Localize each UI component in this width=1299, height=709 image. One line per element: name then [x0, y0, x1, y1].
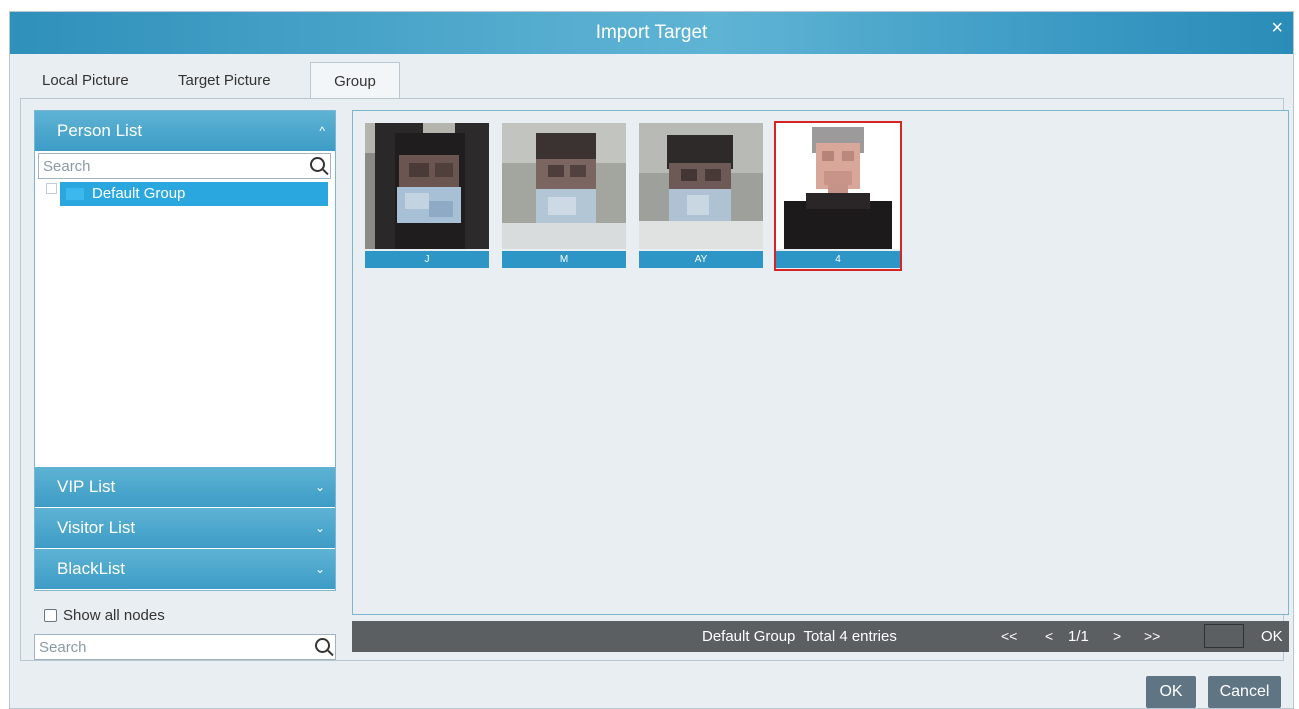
close-icon[interactable]: ×: [1271, 12, 1283, 44]
vip-list-label: VIP List: [57, 477, 116, 496]
person-photo: [639, 123, 763, 249]
chevron-down-icon: ⌄: [314, 521, 325, 535]
tree-node-default-group[interactable]: Default Group: [60, 182, 328, 206]
person-list-label: Person List: [57, 121, 143, 140]
tree-node-label: Default Group: [92, 185, 186, 202]
page-indicator: 1/1: [1068, 628, 1089, 645]
group-summary: Default Group Total 4 entries: [702, 621, 897, 652]
cancel-button[interactable]: Cancel: [1208, 676, 1281, 708]
last-page-button[interactable]: >>: [1144, 621, 1160, 652]
person-photo: [365, 123, 489, 249]
person-search-input[interactable]: [43, 156, 293, 176]
bottom-search-input[interactable]: [39, 637, 289, 657]
tab-target-picture[interactable]: Target Picture: [178, 62, 298, 98]
prev-page-button[interactable]: <: [1045, 621, 1053, 652]
show-all-nodes[interactable]: Show all nodes: [44, 607, 165, 625]
dialog-title: Import Target: [595, 22, 708, 43]
visitor-list-label: Visitor List: [57, 518, 136, 537]
visitor-list-header[interactable]: Visitor List ⌄: [35, 508, 335, 548]
list-panel: Person List ^ Default Group VIP List ⌄ V…: [34, 110, 336, 591]
total-entries: Total 4 entries: [803, 628, 897, 645]
person-photo: [502, 123, 626, 249]
tab-group[interactable]: Group: [310, 62, 400, 98]
tab-content: Person List ^ Default Group VIP List ⌄ V…: [20, 98, 1289, 661]
ok-button[interactable]: OK: [1146, 676, 1196, 708]
go-to-page-button[interactable]: OK: [1261, 621, 1283, 652]
vip-list-header[interactable]: VIP List ⌄: [35, 467, 335, 507]
thumbnail-caption: 4: [776, 251, 900, 268]
blacklist-label: BlackList: [57, 559, 126, 578]
photo-gallery: J M AY 4: [352, 110, 1289, 615]
current-group: Default Group: [702, 628, 796, 645]
search-icon[interactable]: [315, 638, 330, 653]
blacklist-header[interactable]: BlackList ⌄: [35, 549, 335, 589]
chevron-down-icon: ⌄: [314, 562, 325, 576]
thumbnail-caption: AY: [639, 251, 763, 268]
person-thumbnail[interactable]: J: [365, 123, 489, 269]
tree-node-checkbox[interactable]: [46, 183, 57, 194]
person-list-header[interactable]: Person List ^: [35, 111, 335, 151]
person-photo: [776, 123, 900, 249]
person-thumbnail[interactable]: M: [502, 123, 626, 269]
tab-local-picture[interactable]: Local Picture: [42, 62, 154, 98]
folder-icon: [66, 188, 84, 200]
pagination-bar: Default Group Total 4 entries << < 1/1 >…: [352, 621, 1289, 652]
dialog-titlebar[interactable]: Import Target ×: [10, 12, 1293, 54]
person-thumbnail[interactable]: AY: [639, 123, 763, 269]
page-number-input[interactable]: [1204, 624, 1244, 648]
thumbnail-caption: J: [365, 251, 489, 268]
person-search-field[interactable]: [38, 153, 331, 179]
bottom-search-field[interactable]: [34, 634, 336, 660]
import-target-dialog: Import Target × Local Picture Target Pic…: [9, 11, 1294, 709]
show-all-nodes-checkbox[interactable]: [44, 609, 57, 622]
thumbnail-caption: M: [502, 251, 626, 268]
chevron-up-icon: ^: [319, 124, 325, 138]
chevron-down-icon: ⌄: [314, 480, 325, 494]
person-thumbnail[interactable]: 4: [774, 121, 902, 271]
next-page-button[interactable]: >: [1113, 621, 1121, 652]
search-icon[interactable]: [310, 157, 325, 172]
first-page-button[interactable]: <<: [1001, 621, 1017, 652]
show-all-nodes-label: Show all nodes: [63, 607, 165, 624]
